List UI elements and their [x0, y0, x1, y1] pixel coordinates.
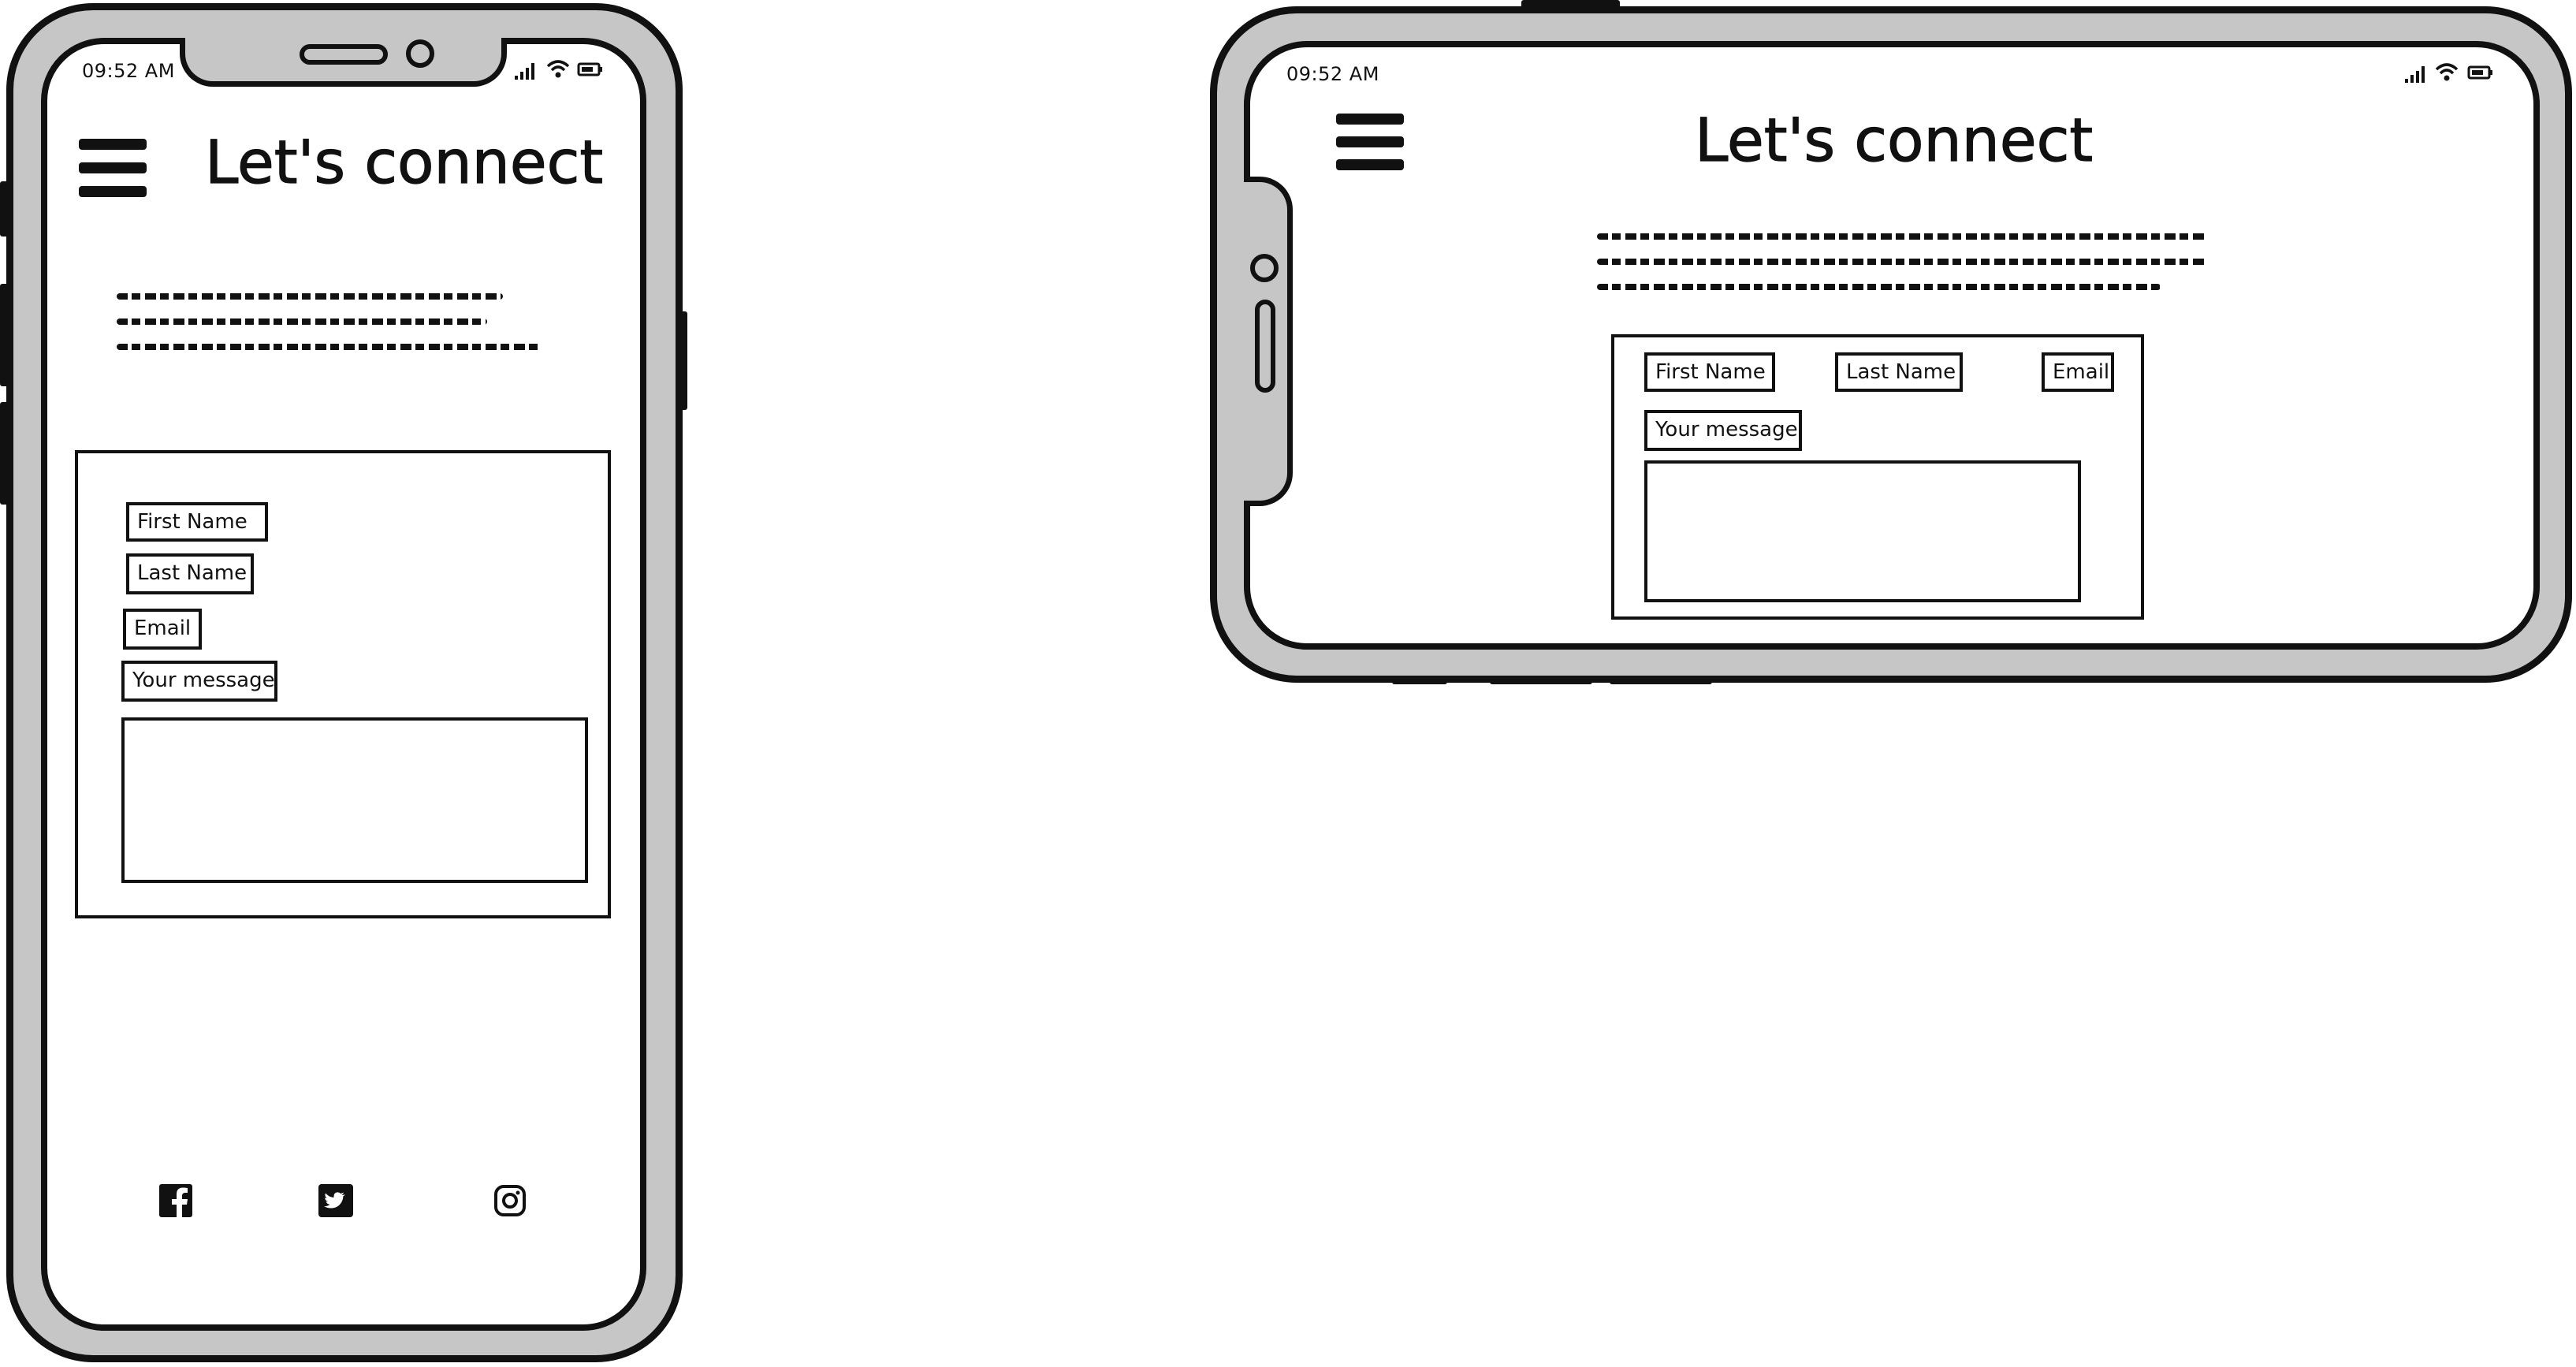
hamburger-menu-icon-landscape[interactable] [1336, 114, 1404, 170]
signal-icon [514, 61, 538, 80]
status-time: 09:52 AM [82, 60, 175, 82]
last-name-field-landscape[interactable]: Last Name [1835, 352, 1963, 392]
wifi-icon [545, 58, 571, 80]
message-label-field-landscape[interactable]: Your message [1644, 410, 1802, 451]
battery-icon-landscape [2467, 65, 2494, 80]
wifi-icon-landscape [2434, 61, 2459, 84]
message-textarea[interactable] [121, 717, 588, 883]
twitter-icon[interactable] [318, 1184, 353, 1217]
last-name-field[interactable]: Last Name [126, 553, 254, 594]
message-label-field[interactable]: Your message [121, 661, 277, 702]
page-title: Let's connect [204, 127, 604, 197]
speaker-grille [300, 44, 388, 65]
front-camera [406, 39, 434, 68]
email-field-landscape[interactable]: Email [2042, 352, 2114, 392]
message-textarea-landscape[interactable] [1644, 460, 2081, 602]
front-camera-landscape [1250, 254, 1279, 282]
status-time-landscape: 09:52 AM [1286, 63, 1379, 85]
first-name-field[interactable]: First Name [126, 502, 268, 542]
portrait-phone: 09:52 AM Let's connect First Name Last N… [0, 0, 694, 1367]
battery-icon [577, 61, 604, 77]
intro-text-placeholder [117, 290, 550, 361]
page-title-landscape: Let's connect [1694, 105, 2094, 175]
speaker-grille-landscape [1255, 300, 1275, 393]
first-name-field-landscape[interactable]: First Name [1644, 352, 1775, 392]
landscape-phone: 09:52 AM Let's connect First Name Last N… [1206, 0, 2576, 694]
facebook-icon[interactable] [159, 1184, 192, 1217]
email-field[interactable]: Email [123, 609, 202, 650]
signal-icon-landscape [2404, 65, 2428, 84]
intro-text-placeholder-landscape [1597, 232, 2220, 298]
hamburger-menu-icon[interactable] [79, 139, 147, 197]
instagram-icon[interactable] [493, 1184, 527, 1217]
